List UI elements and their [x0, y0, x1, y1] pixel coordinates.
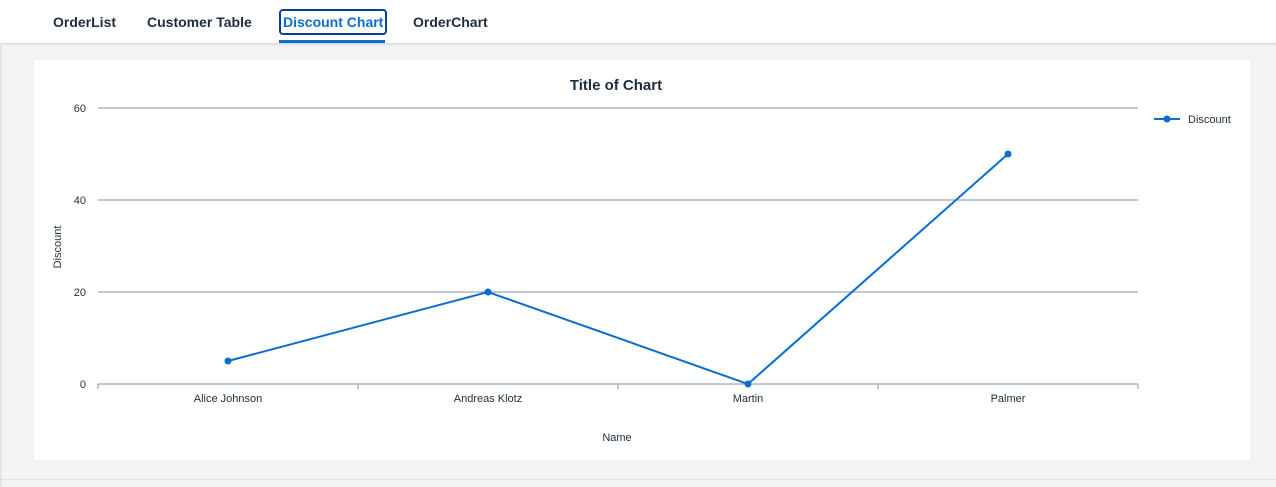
line-chart: Title of Chart 0 20 40 60 Alice Johnson Andre… — [52, 77, 1231, 444]
tab-orderchart[interactable]: OrderChart — [413, 11, 488, 33]
chart-title: Title of Chart — [570, 77, 662, 94]
active-tab-indicator — [279, 40, 385, 43]
data-point[interactable] — [1004, 150, 1012, 158]
data-point[interactable] — [224, 357, 232, 365]
chart-legend: Discount — [1154, 114, 1231, 126]
left-border — [0, 43, 2, 487]
y-tick-label: 40 — [74, 195, 86, 207]
bottom-divider — [0, 479, 1276, 480]
x-tick-label: Martin — [733, 393, 764, 405]
series-line-discount — [227, 153, 1009, 386]
tab-customer-table[interactable]: Customer Table — [147, 11, 252, 33]
y-axis-label: Discount — [52, 226, 64, 269]
tab-discount-chart[interactable]: Discount Chart — [279, 9, 388, 35]
legend-label: Discount — [1188, 114, 1231, 126]
chart-card: Title of Chart 0 20 40 60 Alice Johnson Andre… — [34, 60, 1250, 460]
y-tick-label: 0 — [80, 379, 86, 391]
x-axis-label: Name — [602, 432, 631, 444]
y-tick-label: 20 — [74, 287, 86, 299]
y-tick-label: 60 — [74, 103, 86, 115]
tab-bar: OrderList Customer Table Discount Chart … — [0, 0, 1276, 44]
data-point[interactable] — [484, 288, 492, 296]
legend-marker — [1163, 115, 1171, 123]
data-point[interactable] — [744, 380, 752, 388]
x-tick-label: Palmer — [991, 393, 1026, 405]
tab-orderlist[interactable]: OrderList — [53, 11, 116, 33]
x-tick-label: Andreas Klotz — [454, 393, 522, 405]
x-tick-label: Alice Johnson — [194, 393, 263, 405]
